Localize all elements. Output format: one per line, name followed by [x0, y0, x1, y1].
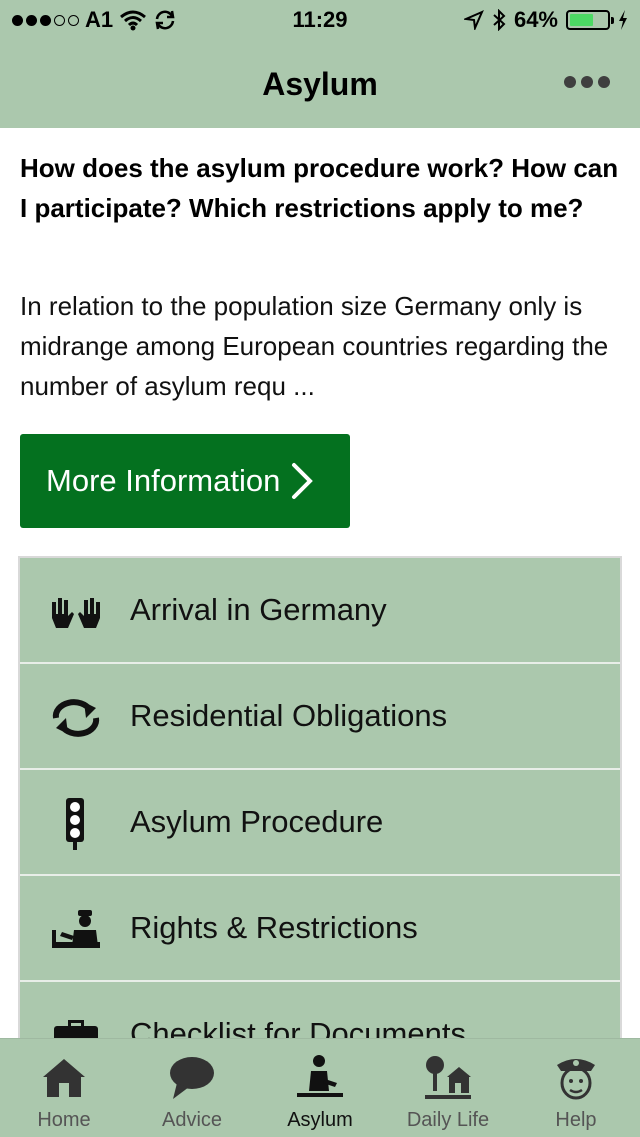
briefcase-icon	[54, 1020, 98, 1038]
police-officer-icon	[557, 1059, 595, 1100]
list-item-label: Checklist for Documents	[130, 1016, 466, 1038]
battery-icon	[566, 10, 614, 30]
chevron-right-icon	[292, 463, 314, 499]
list-item-checklist[interactable]: Checklist for Documents	[20, 982, 620, 1038]
traffic-light-icon	[66, 798, 84, 850]
location-arrow-icon	[463, 10, 484, 30]
topic-list: Arrival in Germany Residential Obligatio…	[18, 556, 622, 1038]
list-item-label: Asylum Procedure	[130, 804, 384, 839]
house-icon	[43, 1059, 85, 1097]
tab-bar: Home Advice Asylum Daily Life Help	[0, 1038, 640, 1137]
tab-advice[interactable]: Advice	[128, 1039, 256, 1137]
tab-label: Help	[555, 1109, 597, 1131]
list-item-label: Residential Obligations	[130, 698, 448, 733]
list-item-procedure[interactable]: Asylum Procedure	[20, 770, 620, 876]
list-item-label: Rights & Restrictions	[130, 910, 418, 945]
intro-question: How does the asylum procedure work? How …	[20, 153, 619, 223]
content-scroll[interactable]: How does the asylum procedure work? How …	[0, 128, 640, 1038]
intro-summary: In relation to the population size Germa…	[20, 291, 609, 401]
tab-label: Asylum	[287, 1109, 353, 1131]
battery-percentage: 64%	[513, 7, 558, 32]
list-item-label: Arrival in Germany	[130, 592, 387, 627]
tab-label: Advice	[161, 1109, 223, 1131]
more-information-label: More Information	[46, 463, 281, 498]
trees-house-icon	[425, 1056, 471, 1099]
status-right: 64%	[463, 7, 628, 33]
speech-bubble-icon	[170, 1057, 214, 1099]
repeat-arrows-icon	[52, 699, 100, 737]
officer-desk-icon	[52, 910, 100, 948]
list-item-rights[interactable]: Rights & Restrictions	[20, 876, 620, 982]
raised-hands-icon	[52, 598, 100, 628]
charging-bolt-icon	[619, 10, 627, 30]
tab-home[interactable]: Home	[0, 1039, 128, 1137]
list-item-arrival[interactable]: Arrival in Germany	[20, 558, 620, 664]
tab-daily-life[interactable]: Daily Life	[384, 1039, 512, 1137]
person-desk-icon	[297, 1055, 343, 1097]
tab-label: Daily Life	[406, 1109, 490, 1131]
ellipsis-icon[interactable]	[564, 76, 610, 88]
bluetooth-icon	[493, 9, 506, 31]
header-bar: A1 11:29 64% Asylum	[0, 0, 640, 128]
status-bar: A1 11:29 64%	[0, 0, 640, 40]
tab-label: Home	[37, 1109, 91, 1131]
tab-help[interactable]: Help	[512, 1039, 640, 1137]
tab-asylum[interactable]: Asylum	[256, 1039, 384, 1137]
list-item-residential[interactable]: Residential Obligations	[20, 664, 620, 770]
more-information-button[interactable]: More Information	[20, 434, 350, 528]
page-title: Asylum	[262, 66, 378, 102]
